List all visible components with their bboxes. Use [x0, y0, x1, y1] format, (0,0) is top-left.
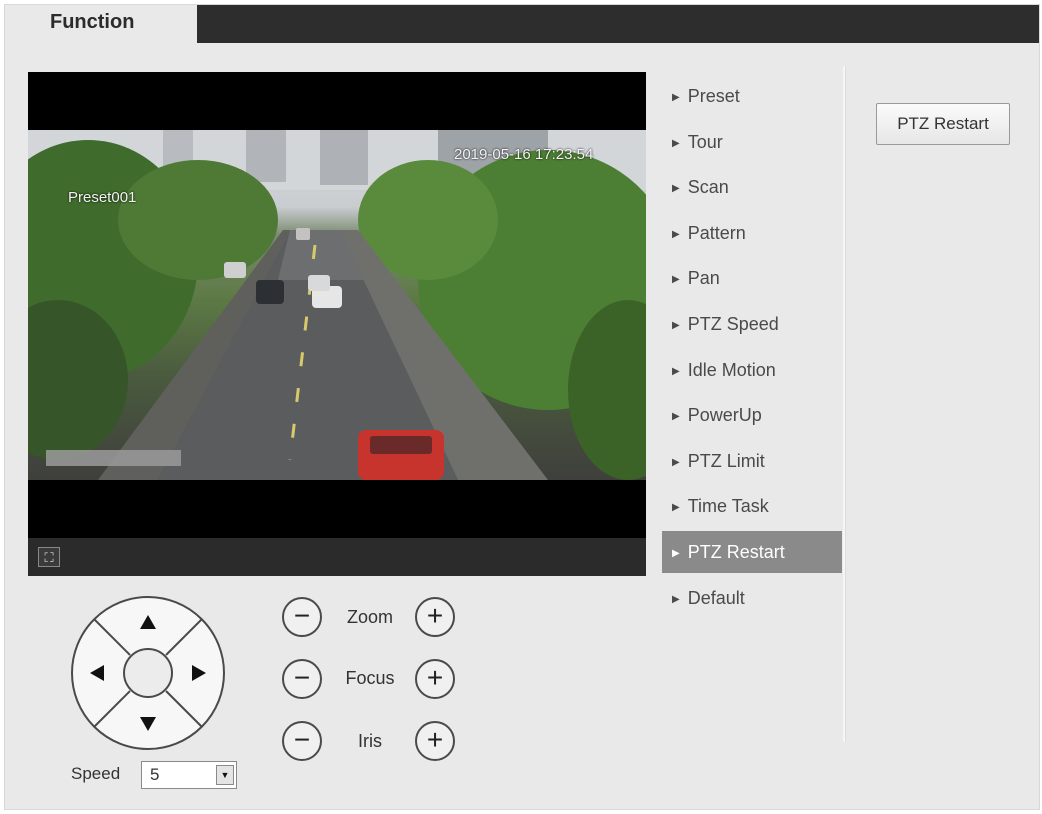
- fullscreen-icon[interactable]: ⛶: [38, 547, 60, 567]
- caret-right-icon: ▶: [672, 319, 680, 331]
- preset-osd-label: Preset001: [68, 189, 137, 206]
- caret-right-icon: ▶: [672, 593, 680, 605]
- menu-item-ptz-restart[interactable]: ▶ PTZ Restart: [662, 530, 842, 573]
- caret-right-icon: ▶: [672, 92, 680, 103]
- speed-value: 5: [150, 765, 160, 784]
- tab-bar-fill: [197, 5, 1039, 43]
- menu-item-label: Default: [687, 587, 745, 608]
- video-frame: Preset001 2019-05-16 17:23:54: [28, 130, 646, 480]
- caret-right-icon: ▶: [672, 502, 680, 514]
- caret-right-icon: ▶: [672, 228, 680, 240]
- video-toolbar: ⛶: [28, 538, 646, 576]
- direction-pad: [70, 595, 226, 751]
- menu-item-label: Pan: [687, 268, 720, 289]
- zoom-label: Zoom: [346, 607, 393, 627]
- menu-divider: [843, 66, 845, 742]
- street-scene-image: [28, 130, 646, 480]
- menu-item-powerup[interactable]: ▶ PowerUp: [662, 397, 842, 443]
- live-video-panel: Preset001 2019-05-16 17:23:54 ⛶: [28, 72, 646, 576]
- iris-label: Iris: [358, 731, 382, 751]
- menu-item-label: Idle Motion: [687, 359, 776, 380]
- zoom-out-button[interactable]: −: [282, 597, 322, 637]
- iris-plus-button[interactable]: +: [415, 721, 455, 761]
- caret-right-icon: ▶: [672, 547, 680, 559]
- zoom-in-button[interactable]: +: [415, 597, 455, 637]
- menu-item-label: Preset: [687, 86, 740, 106]
- menu-item-default[interactable]: ▶ Default: [662, 580, 842, 626]
- menu-item-ptz-limit[interactable]: ▶ PTZ Limit: [662, 443, 842, 489]
- caret-right-icon: ▶: [672, 365, 680, 377]
- tab-bar: Function: [5, 5, 1039, 45]
- caret-right-icon: ▶: [672, 137, 680, 149]
- iris-minus-button[interactable]: −: [282, 721, 322, 761]
- function-menu: ▶ Preset ▶ Tour ▶ Scan ▶ Pattern ▶ Pan ▶ PTZ Speed ▶…: [662, 78, 842, 625]
- speed-select[interactable]: 5 ▼: [141, 761, 237, 789]
- caret-right-icon: ▶: [672, 411, 680, 423]
- menu-item-label: PTZ Speed: [687, 313, 779, 334]
- menu-item-label: Pattern: [687, 222, 746, 243]
- focus-minus-button[interactable]: −: [282, 659, 322, 699]
- menu-item-label: PTZ Restart: [687, 541, 785, 562]
- menu-item-tour[interactable]: ▶ Tour: [662, 124, 842, 170]
- menu-item-pan[interactable]: ▶ Pan: [662, 260, 842, 306]
- menu-item-label: PTZ Limit: [687, 450, 765, 471]
- menu-item-label: Scan: [687, 177, 729, 198]
- tab-function[interactable]: Function: [5, 5, 197, 45]
- ptz-restart-button[interactable]: PTZ Restart: [876, 103, 1010, 145]
- menu-item-pattern[interactable]: ▶ Pattern: [662, 215, 842, 261]
- caret-right-icon: ▶: [672, 456, 680, 468]
- center-button[interactable]: [123, 648, 173, 698]
- menu-item-label: Tour: [687, 131, 723, 152]
- menu-item-label: PowerUp: [687, 405, 762, 426]
- menu-item-scan[interactable]: ▶ Scan: [662, 169, 842, 215]
- speed-label: Speed: [71, 764, 121, 783]
- timestamp-osd: 2019-05-16 17:23:54: [454, 146, 594, 163]
- menu-item-label: Time Task: [687, 496, 769, 517]
- menu-item-time-task[interactable]: ▶ Time Task: [662, 488, 842, 534]
- menu-item-ptz-speed[interactable]: ▶ PTZ Speed: [662, 306, 842, 352]
- caret-right-icon: ▶: [672, 274, 680, 286]
- direction-pad-graphic: [71, 596, 225, 750]
- chevron-down-icon[interactable]: ▼: [216, 765, 234, 785]
- caret-right-icon: ▶: [672, 183, 680, 195]
- focus-label: Focus: [345, 668, 395, 688]
- focus-plus-button[interactable]: +: [415, 659, 455, 699]
- menu-item-preset[interactable]: ▶ Preset: [662, 78, 842, 124]
- menu-item-idle-motion[interactable]: ▶ Idle Motion: [662, 352, 842, 398]
